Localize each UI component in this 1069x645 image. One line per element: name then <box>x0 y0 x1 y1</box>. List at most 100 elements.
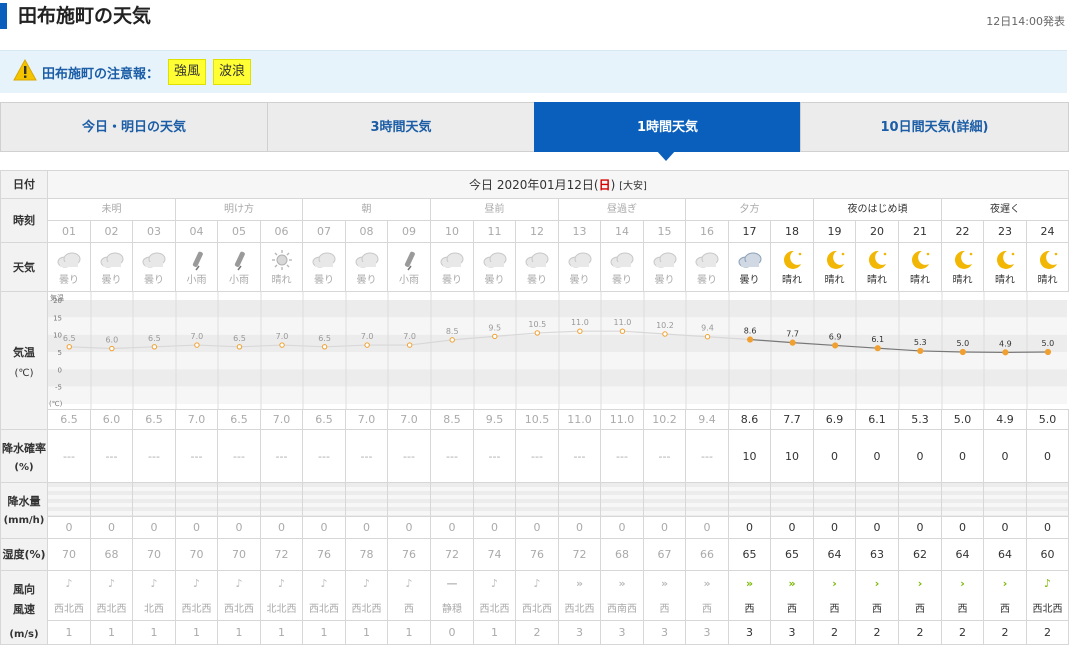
wind-arrow-icon: › <box>832 577 837 590</box>
temp-point <box>1044 348 1052 356</box>
label-wind-speed: 風速 <box>13 603 35 616</box>
precip-prob-cell: --- <box>91 430 133 483</box>
hour-cell: 15 <box>644 221 686 243</box>
hour-cell: 04 <box>176 221 218 243</box>
precip-bar-area <box>91 483 133 517</box>
warning-badge-strong-wind[interactable]: 強風 <box>168 59 207 85</box>
label-temp-text: 気温 <box>13 346 35 359</box>
humidity-cell: 72 <box>431 539 474 571</box>
wind-speed-cell: 1 <box>48 621 91 645</box>
precip-bar-area <box>814 483 856 517</box>
humidity-cell: 65 <box>771 539 814 571</box>
precip-amt-cell: 0 <box>686 517 729 539</box>
wind-cell: › 西 <box>814 571 856 621</box>
weather-cell: 晴れ <box>984 243 1027 292</box>
hour-cell: 19 <box>814 221 856 243</box>
temp-value: 6.9 <box>814 410 856 430</box>
weather-cell: 曇り <box>686 243 729 292</box>
precip-prob-cell: --- <box>686 430 729 483</box>
tab-1hour[interactable]: 1時間天気 <box>534 102 801 152</box>
wind-speed-cell: 1 <box>388 621 431 645</box>
temp-point-label: 9.5 <box>488 323 501 332</box>
precip-bar-area <box>771 483 814 517</box>
cloud-icon <box>355 252 378 268</box>
wind-arrow-icon: » <box>703 577 711 590</box>
humidity-cell: 76 <box>303 539 346 571</box>
cloud-icon <box>142 252 166 268</box>
cloud-icon <box>738 252 761 268</box>
chart-band <box>48 386 1067 404</box>
temp-point-label: 7.0 <box>361 332 374 341</box>
wind-direction: 西北西 <box>54 604 84 615</box>
label-precip-prob-text: 降水確率 <box>2 442 46 455</box>
label-weather: 天気 <box>0 243 48 292</box>
period-header: 明け方 <box>176 199 303 221</box>
precip-amt-cell: 0 <box>516 517 559 539</box>
wind-arrow-icon: › <box>1002 577 1008 590</box>
y-tick-label: 0 <box>58 366 62 374</box>
weather-name: 曇り <box>654 275 675 286</box>
temp-point <box>704 334 711 340</box>
temp-point <box>874 345 881 352</box>
weather-cell: 曇り <box>133 243 176 292</box>
humidity-cell: 70 <box>176 539 218 571</box>
wind-arrow-icon: ♪ <box>277 577 286 590</box>
cloud-icon <box>100 252 123 268</box>
moon-icon <box>783 250 802 269</box>
wind-cell: — 静穏 <box>431 571 474 621</box>
wind-cell: › 西 <box>899 571 942 621</box>
hour-cell: 24 <box>1027 221 1069 243</box>
period-header: 昼前 <box>431 199 559 221</box>
wind-arrow-icon: ♪ <box>1043 577 1052 590</box>
wind-arrow-icon: ♪ <box>65 577 73 590</box>
precip-bar-area <box>474 483 516 517</box>
hour-cell: 12 <box>516 221 559 243</box>
wind-direction: 西 <box>659 604 670 615</box>
title-bar: 田布施町の天気 12日14:00発表 <box>0 0 1069 34</box>
wind-direction: 西 <box>404 604 414 615</box>
weather-name: 晴れ <box>952 275 973 286</box>
humidity-cell: 76 <box>388 539 431 571</box>
label-temp: 気温 (℃) <box>0 292 48 430</box>
precip-amt-cell: 0 <box>601 517 644 539</box>
label-wind-dir: 風向 <box>13 583 35 596</box>
temp-point-label: 11.0 <box>571 318 589 327</box>
tab-10day[interactable]: 10日間天気(詳細) <box>800 102 1069 152</box>
label-precip-prob-unit: (%) <box>14 462 34 473</box>
wind-speed-cell: 2 <box>814 621 856 645</box>
temp-point <box>151 344 158 350</box>
precip-bar-area <box>601 483 644 517</box>
temp-value: 6.5 <box>303 410 346 430</box>
temp-value: 6.5 <box>48 410 91 430</box>
humidity-cell: 68 <box>601 539 644 571</box>
weather-cell: 曇り <box>516 243 559 292</box>
label-wind: 風向 風速 (m/s) <box>0 571 48 645</box>
page-title: 田布施町の天気 <box>18 5 152 27</box>
temp-value: 9.5 <box>474 410 516 430</box>
wind-speed-cell: 2 <box>984 621 1027 645</box>
temp-value: 8.6 <box>729 410 771 430</box>
weather-cell: 曇り <box>474 243 516 292</box>
temp-value: 11.0 <box>559 410 601 430</box>
hour-cell: 18 <box>771 221 814 243</box>
wind-speed-cell: 3 <box>559 621 601 645</box>
wind-direction: 西北西 <box>479 604 510 615</box>
y-tick-label: 10 <box>53 332 62 340</box>
tab-today-tomorrow[interactable]: 今日・明日の天気 <box>0 102 268 152</box>
period-header: 昼過ぎ <box>559 199 686 221</box>
wind-direction: 西 <box>829 604 840 615</box>
wind-direction: 西北西 <box>181 604 212 615</box>
date-suffix: ) <box>610 178 616 192</box>
y-tick-label: 5 <box>58 349 62 357</box>
cloud-icon <box>695 252 719 268</box>
hour-cell: 11 <box>474 221 516 243</box>
wind-arrow-icon: ♪ <box>320 577 328 590</box>
wind-speed-cell: 3 <box>601 621 644 645</box>
humidity-cell: 70 <box>133 539 176 571</box>
wind-arrow-icon: » <box>660 577 669 590</box>
tab-3hour[interactable]: 3時間天気 <box>267 102 535 152</box>
warning-badge-high-waves[interactable]: 波浪 <box>213 59 252 85</box>
precip-bar-area <box>686 483 729 517</box>
precip-bar-area <box>133 483 176 517</box>
wind-arrow-icon: › <box>960 577 965 590</box>
